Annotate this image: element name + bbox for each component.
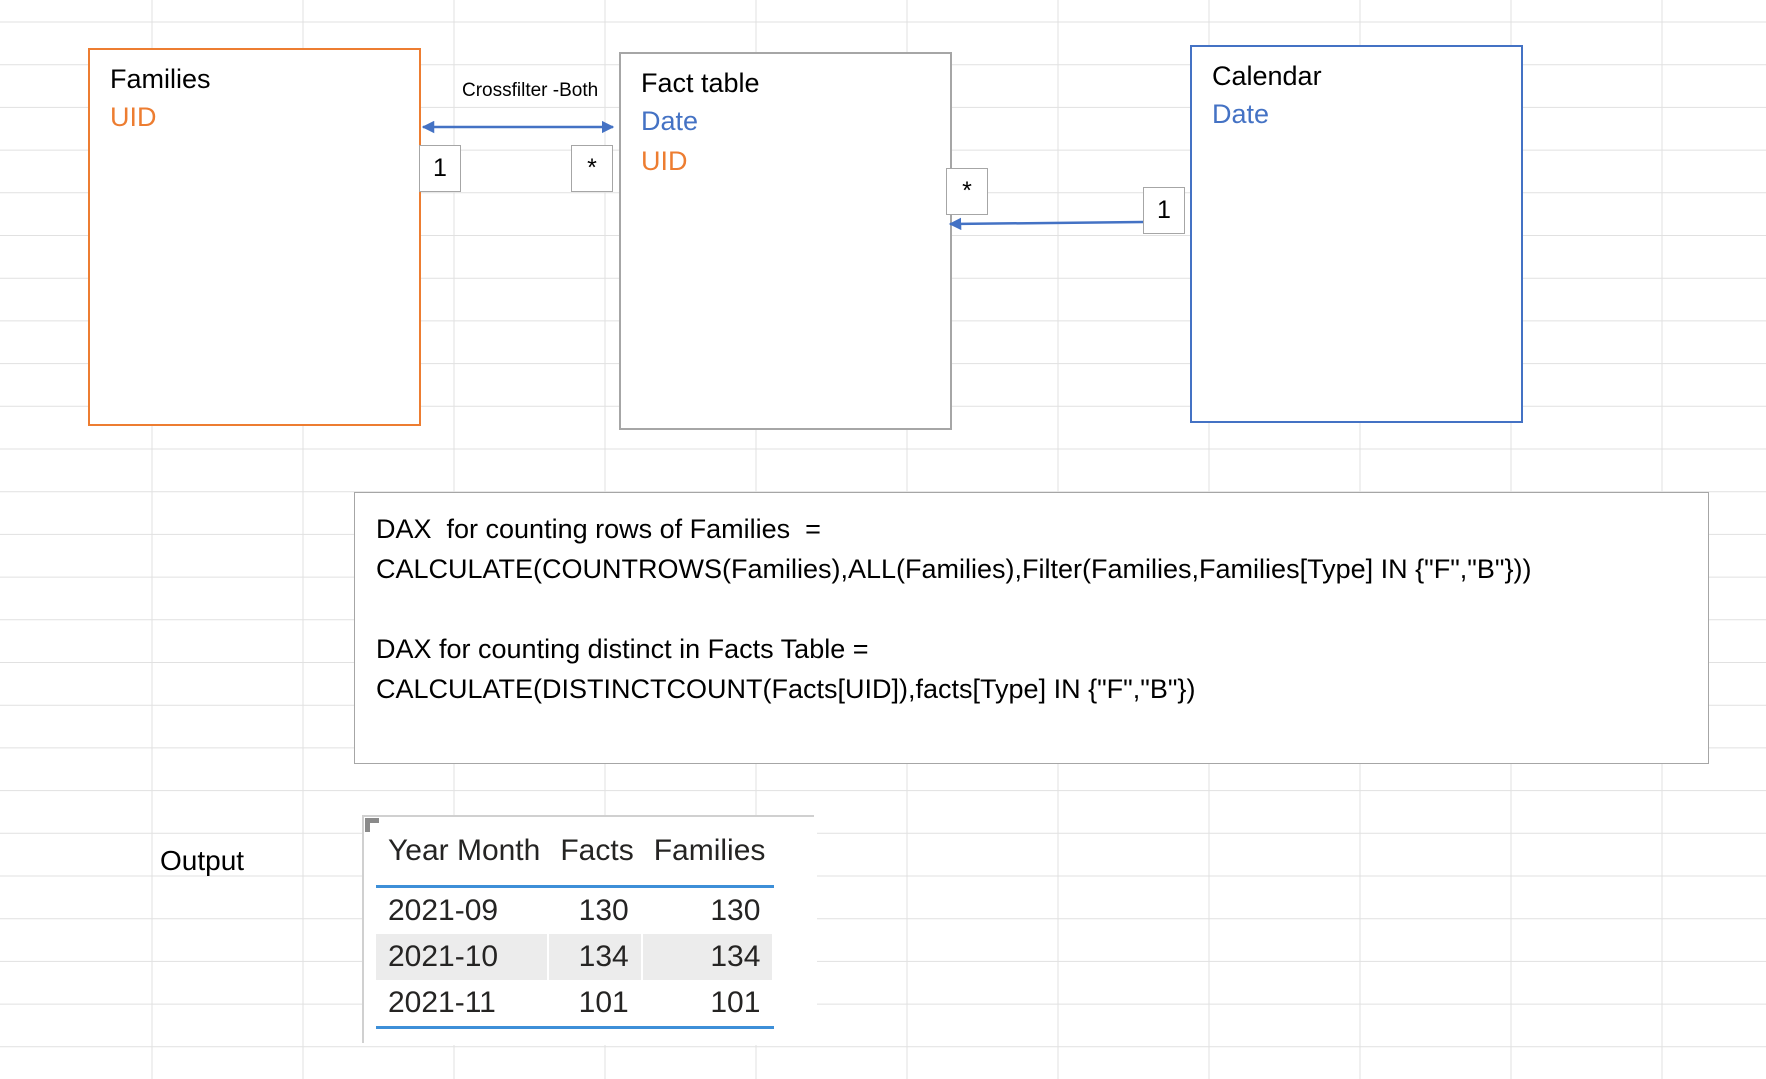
column-header-year-month[interactable]: Year Month (376, 833, 549, 888)
dax-line-2: CALCULATE(COUNTROWS(Families),ALL(Famili… (376, 554, 1532, 584)
table-row: 2021-09 130 130 (376, 886, 775, 934)
fact-date-field: Date (641, 106, 699, 136)
visual-left-border (362, 815, 364, 1043)
cell-families: 134 (641, 934, 775, 980)
families-table-title: Families (110, 64, 211, 94)
cell-facts: 101 (548, 980, 643, 1029)
visual-top-border (364, 815, 814, 817)
table-header-row: Year Month Facts Families (376, 833, 774, 888)
cell-year-month: 2021-09 (376, 886, 550, 934)
dax-blank-line (376, 589, 1708, 629)
table-row: 2021-11 101 101 (376, 980, 775, 1029)
cell-year-month: 2021-11 (376, 980, 550, 1029)
cell-families: 101 (641, 980, 775, 1029)
visual-corner-handle[interactable] (365, 818, 379, 832)
dax-line-1: DAX for counting rows of Families = (376, 514, 821, 544)
calendar-table[interactable]: Calendar Date (1190, 45, 1523, 423)
calendar-table-title: Calendar (1212, 61, 1322, 91)
cell-year-month: 2021-10 (376, 934, 550, 980)
families-table[interactable]: Families UID (88, 48, 421, 426)
fact-uid-field: UID (641, 146, 688, 176)
cardinality-families-one: 1 (419, 145, 461, 192)
fact-table-title: Fact table (641, 68, 760, 98)
column-header-facts[interactable]: Facts (548, 833, 642, 888)
cell-facts: 130 (548, 886, 643, 934)
dax-line-4: CALCULATE(DISTINCTCOUNT(Facts[UID]),fact… (376, 674, 1196, 704)
dax-line-3: DAX for counting distinct in Facts Table… (376, 634, 869, 664)
cardinality-fact-many-left: * (571, 145, 613, 192)
fact-table[interactable]: Fact table Date UID (619, 52, 952, 430)
output-label: Output (160, 845, 245, 876)
families-uid-field: UID (110, 102, 157, 132)
cardinality-fact-many-right: * (946, 168, 988, 215)
cell-facts: 134 (548, 934, 643, 980)
cell-families: 130 (641, 886, 775, 934)
calendar-date-field: Date (1212, 99, 1270, 129)
table-row: 2021-10 134 134 (376, 934, 775, 980)
output-table: Year Month Facts Families 2021-09 130 13… (376, 833, 775, 1029)
output-table-visual[interactable]: Year Month Facts Families 2021-09 130 13… (362, 815, 817, 1045)
crossfilter-label: Crossfilter -Both (462, 80, 599, 101)
dax-text-box[interactable]: DAX for counting rows of Families = CALC… (354, 492, 1709, 764)
column-header-families[interactable]: Families (641, 833, 774, 888)
cardinality-calendar-one: 1 (1143, 187, 1185, 234)
